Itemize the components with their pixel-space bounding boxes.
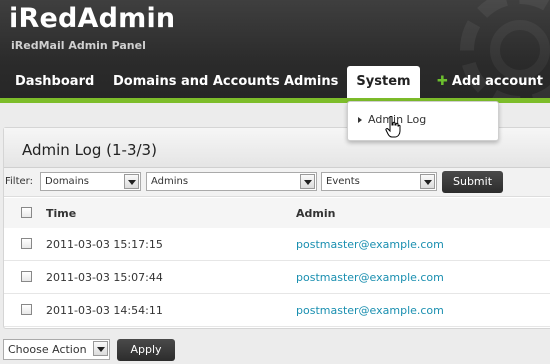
page-title: Admin Log (1-3/3) [22, 141, 157, 159]
choose-action-value: Choose Action [8, 343, 87, 356]
submit-button[interactable]: Submit [442, 171, 503, 193]
chevron-down-icon [124, 174, 139, 189]
nav-add-account[interactable]: ✚ Add account [437, 66, 543, 98]
apply-button[interactable]: Apply [117, 339, 175, 361]
events-select[interactable]: Events [321, 172, 437, 191]
nav-add-account-label: Add account [451, 74, 543, 89]
admins-select-value: Admins [151, 176, 189, 187]
filter-bar: Filter: Domains Admins Events Submit [4, 168, 550, 197]
nav-system[interactable]: System [347, 66, 420, 98]
log-time: 2011-03-03 14:54:11 [46, 304, 163, 317]
column-header-time: Time [46, 207, 77, 220]
nav-admins[interactable]: Admins [284, 66, 338, 98]
domains-select-value: Domains [45, 176, 90, 187]
app-title: iRedAdmin [9, 3, 176, 34]
domains-select[interactable]: Domains [40, 172, 141, 191]
row-checkbox[interactable] [21, 304, 32, 315]
system-dropdown-menu: Admin Log [347, 101, 499, 141]
chevron-down-icon [420, 174, 435, 189]
log-admin-link[interactable]: postmaster@example.com [296, 238, 444, 251]
table-row: 2011-03-03 14:54:11 postmaster@example.c… [4, 294, 550, 327]
chevron-down-icon [93, 341, 108, 356]
log-time: 2011-03-03 15:17:15 [46, 238, 163, 251]
choose-action-select[interactable]: Choose Action [3, 339, 110, 360]
log-time: 2011-03-03 15:07:44 [46, 271, 163, 284]
hand-cursor-icon [385, 116, 401, 138]
select-all-checkbox[interactable] [21, 207, 32, 218]
table-header: Time Admin [4, 198, 550, 229]
nav-domains-and-accounts[interactable]: Domains and Accounts [113, 66, 280, 98]
admin-log-panel: Admin Log (1-3/3) Filter: Domains Admins… [3, 127, 550, 329]
filter-label: Filter: [5, 176, 33, 187]
nav-dashboard[interactable]: Dashboard [15, 66, 94, 98]
log-admin-link[interactable]: postmaster@example.com [296, 271, 444, 284]
column-header-admin: Admin [296, 207, 336, 220]
row-checkbox[interactable] [21, 238, 32, 249]
events-select-value: Events [326, 176, 360, 187]
table-row: 2011-03-03 15:17:15 postmaster@example.c… [4, 228, 550, 261]
plus-icon: ✚ [437, 74, 448, 89]
main-nav: Dashboard Domains and Accounts Admins Sy… [0, 66, 550, 98]
app-subtitle: iRedMail Admin Panel [11, 39, 146, 52]
triangle-right-icon [358, 117, 362, 123]
app-header: iRedAdmin iRedMail Admin Panel Dashboard… [0, 0, 550, 103]
log-admin-link[interactable]: postmaster@example.com [296, 304, 444, 317]
table-row: 2011-03-03 15:07:44 postmaster@example.c… [4, 261, 550, 294]
row-checkbox[interactable] [21, 271, 32, 282]
chevron-down-icon [300, 174, 315, 189]
admins-select[interactable]: Admins [146, 172, 317, 191]
